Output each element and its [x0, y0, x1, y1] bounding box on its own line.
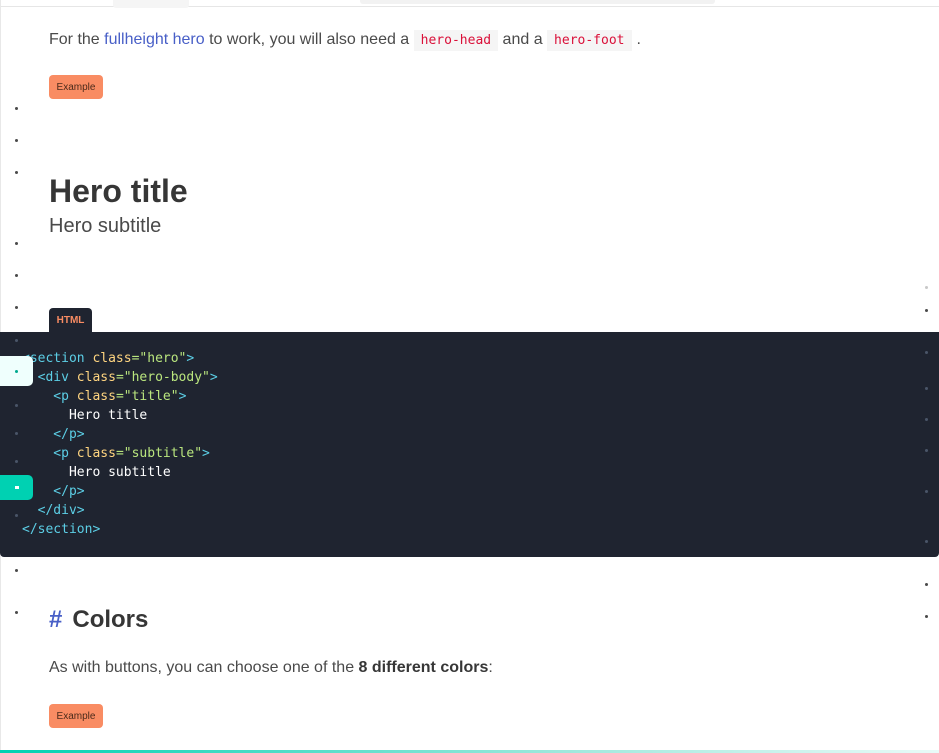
- list-bullet: [15, 460, 18, 463]
- fullheight-hero-link[interactable]: fullheight hero: [104, 31, 205, 48]
- code-token: ="subtitle": [115, 446, 203, 461]
- code-token: Hero title: [22, 408, 148, 423]
- list-bullet: [15, 171, 18, 174]
- code-token: ="hero-body": [115, 370, 210, 385]
- list-bullet: [15, 242, 18, 245]
- list-bullet: [15, 611, 18, 614]
- copy-icon: [15, 486, 19, 489]
- colors-heading-text: Colors: [72, 606, 149, 633]
- copy-button[interactable]: [0, 475, 33, 500]
- hero-head-code: hero-head: [413, 30, 499, 51]
- side-toggle-button[interactable]: [0, 356, 33, 386]
- cut-off-code: [113, 0, 189, 8]
- code-token: ="title": [115, 389, 179, 404]
- code-token: <p: [22, 389, 69, 404]
- intro-text: to work, you will also need a: [204, 31, 414, 48]
- colors-description: As with buttons, you can choose one of t…: [49, 658, 493, 678]
- code-token: >: [209, 370, 218, 385]
- intro-text: and a: [498, 31, 548, 48]
- list-bullet: [15, 139, 18, 142]
- list-bullet: [925, 309, 928, 312]
- code-token: class: [68, 389, 116, 404]
- code-token: </div>: [22, 503, 85, 518]
- code-token: class: [68, 446, 116, 461]
- colors-text: :: [488, 659, 493, 676]
- list-bullet: [925, 286, 928, 289]
- code-token: </section>: [22, 522, 101, 537]
- list-bullet: [15, 514, 18, 517]
- code-token: Hero subtitle: [22, 465, 171, 480]
- hero-foot-code: hero-foot: [547, 30, 632, 51]
- list-bullet: [925, 615, 928, 618]
- intro-text: .: [636, 31, 641, 48]
- html-code-block: <section class="hero"> <div class="hero-…: [0, 332, 939, 557]
- code-token: >: [186, 351, 195, 366]
- previous-section-edge: [0, 0, 939, 8]
- example-tag: Example: [49, 75, 103, 99]
- cut-off-text: [360, 0, 715, 4]
- list-bullet: [15, 274, 18, 277]
- anchor-link[interactable]: #: [49, 606, 62, 633]
- colors-heading: # Colors: [49, 605, 148, 635]
- code-listing: <section class="hero"> <div class="hero-…: [22, 349, 218, 539]
- list-bullet: [925, 418, 928, 421]
- code-token: >: [202, 446, 210, 461]
- colors-text: As with buttons, you can choose one of t…: [49, 659, 359, 676]
- list-bullet: [15, 569, 18, 572]
- intro-text: For the: [49, 31, 105, 48]
- fullheight-note: For the fullheight hero to work, you wil…: [49, 30, 641, 51]
- example-tag: Example: [49, 704, 103, 728]
- list-bullet: [925, 583, 928, 586]
- list-bullet: [15, 107, 18, 110]
- code-token: </p>: [22, 427, 85, 442]
- list-bullet: [925, 490, 928, 493]
- code-language-tab: HTML: [49, 308, 92, 332]
- list-bullet: [925, 449, 928, 452]
- code-token: >: [178, 389, 187, 404]
- code-token: ="hero": [131, 351, 187, 366]
- list-bullet: [15, 339, 18, 342]
- list-bullet: [15, 306, 18, 309]
- list-bullet: [925, 540, 928, 543]
- code-token: class: [68, 370, 116, 385]
- colors-count: 8 different colors: [358, 659, 489, 676]
- list-bullet: [15, 432, 18, 435]
- list-bullet: [15, 404, 18, 407]
- code-token: class: [84, 351, 132, 366]
- hero-subtitle: Hero subtitle: [49, 215, 162, 237]
- code-token: <p: [22, 446, 69, 461]
- list-bullet: [925, 351, 928, 354]
- bullet-icon: [15, 370, 18, 373]
- list-bullet: [925, 387, 928, 390]
- hero-title: Hero title: [49, 173, 188, 209]
